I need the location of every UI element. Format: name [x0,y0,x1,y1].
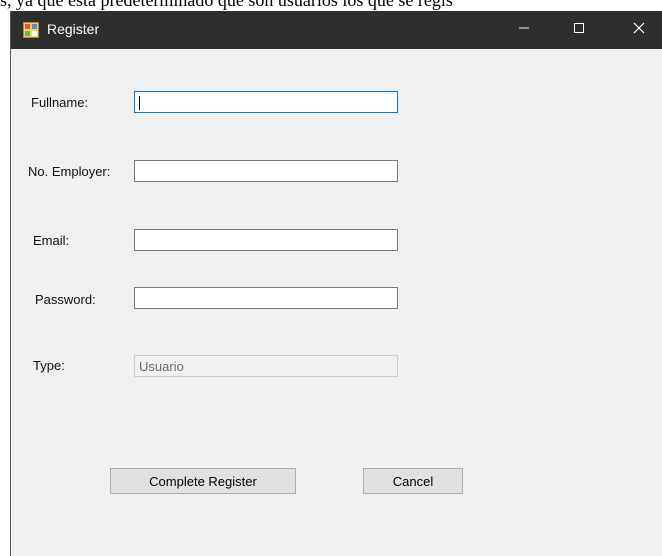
email-label: Email: [33,233,70,248]
maximize-button[interactable] [556,11,602,49]
employer-input[interactable] [134,160,398,182]
minimize-button[interactable] [501,11,547,49]
caption-text: s, ya que está predeterminado que son us… [0,0,453,10]
title-bar[interactable]: Register [11,11,662,49]
fullname-label: Fullname: [31,95,89,110]
register-window: Register Fullname: No. Employer: Email: … [10,11,662,556]
text-cursor [139,96,140,110]
page: s, ya que está predeterminado que son us… [0,0,662,556]
background-caption: s, ya que está predeterminado que son us… [0,0,662,11]
password-input[interactable] [134,287,398,309]
window-title: Register [47,21,100,37]
form-body: Fullname: No. Employer: Email: Password:… [11,49,662,556]
employer-label: No. Employer: [28,164,111,179]
form-app-icon [23,22,39,38]
close-icon [633,21,645,39]
complete-register-button[interactable]: Complete Register [110,468,296,494]
fullname-input[interactable] [134,91,398,113]
type-field: Usuario [134,355,398,377]
close-button[interactable] [616,11,662,49]
password-label: Password: [35,292,96,307]
cancel-button[interactable]: Cancel [363,468,463,494]
type-value: Usuario [139,358,184,374]
type-label: Type: [33,358,65,373]
email-input[interactable] [134,229,398,251]
minimize-icon [518,21,530,39]
maximize-icon [573,21,585,39]
